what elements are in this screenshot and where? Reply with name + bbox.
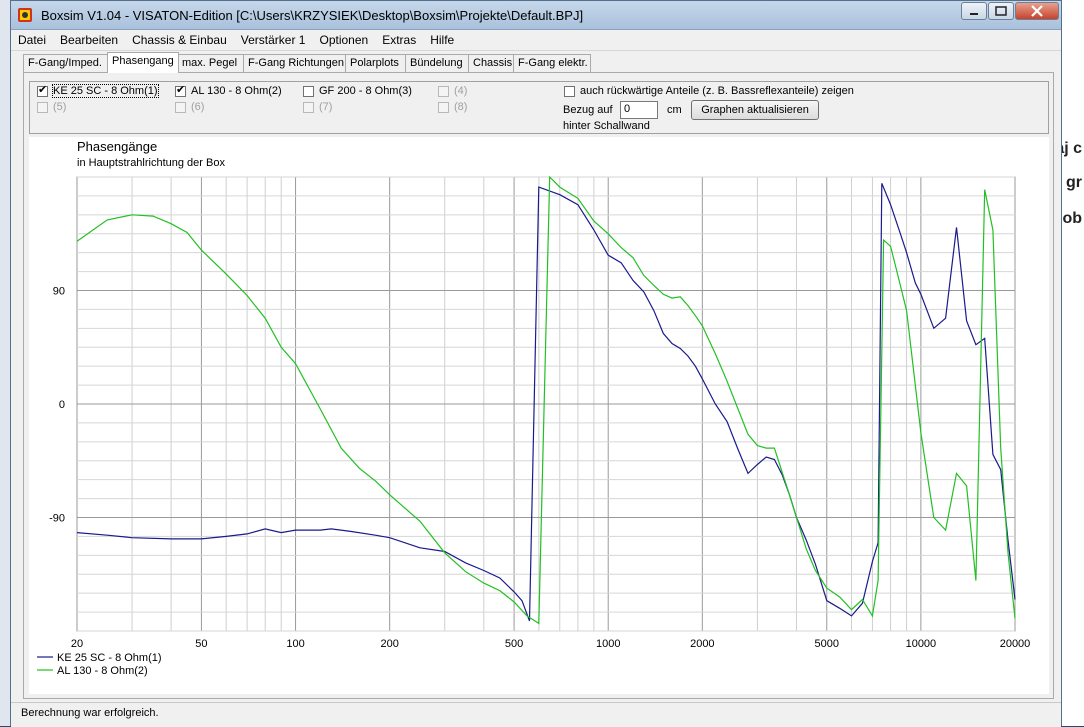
x-tick-label: 2000 <box>690 638 714 650</box>
driver-label: KE 25 SC - 8 Ohm(1) <box>52 84 159 98</box>
tab-0[interactable]: F-Gang/Imped. <box>23 54 109 72</box>
legend-label-1: KE 25 SC - 8 Ohm(1) <box>57 652 162 664</box>
menu-item-6[interactable]: Hilfe <box>423 30 461 50</box>
menu-item-3[interactable]: Verstärker 1 <box>234 30 313 50</box>
status-bar: Berechnung war erfolgreich. <box>11 702 1061 727</box>
minimize-button[interactable] <box>961 2 987 20</box>
legend: KE 25 SC - 8 Ohm(1)AL 130 - 8 Ohm(2) <box>37 652 162 677</box>
driver-label: AL 130 - 8 Ohm(2) <box>191 85 282 97</box>
menu-item-0[interactable]: Datei <box>11 30 53 50</box>
y-tick-label: -90 <box>49 513 65 525</box>
menu-item-2[interactable]: Chassis & Einbau <box>125 30 234 50</box>
tab-3[interactable]: F-Gang Richtungen <box>243 54 347 72</box>
driver-checkbox-3[interactable]: GF 200 - 8 Ohm(3) <box>303 85 412 97</box>
tab-4[interactable]: Polarplots <box>345 54 407 72</box>
maximize-button[interactable] <box>988 2 1014 20</box>
driver-checkbox-2[interactable]: ✔ AL 130 - 8 Ohm(2) <box>175 83 282 97</box>
minimize-icon <box>970 13 978 15</box>
x-tick-label: 20 <box>71 638 83 650</box>
window-title: Boxsim V1.04 - VISATON-Edition [C:\Users… <box>41 8 584 23</box>
tab-2[interactable]: max. Pegel <box>177 54 245 72</box>
reference-input[interactable]: 0 <box>620 101 658 119</box>
driver-checkbox-1[interactable]: ✔ KE 25 SC - 8 Ohm(1) <box>37 83 159 98</box>
phase-chart: 20 50 100 200 500 1000 2000 5000 10000 20000 -90 0 9… <box>37 139 1031 677</box>
driver-checkbox-8[interactable]: (8) <box>438 101 467 113</box>
checkmark-icon: ✔ <box>176 83 186 96</box>
menu-item-5[interactable]: Extras <box>375 30 423 50</box>
reverse-parts-checkbox[interactable]: auch rückwärtige Anteile (z. B. Bassrefl… <box>564 85 854 97</box>
title-bar[interactable]: Boxsim V1.04 - VISATON-Edition [C:\Users… <box>11 1 1061 30</box>
options-box: auch rückwärtige Anteile (z. B. Bassrefl… <box>29 81 1049 134</box>
checkbox-box[interactable] <box>303 85 314 97</box>
tab-6[interactable]: Chassis <box>468 54 515 72</box>
x-tick-label: 10000 <box>906 638 937 650</box>
main-window: Boxsim V1.04 - VISATON-Edition [C:\Users… <box>10 0 1062 727</box>
reverse-parts-label: auch rückwärtige Anteile (z. B. Bassrefl… <box>580 85 854 97</box>
checkbox-box[interactable] <box>438 85 449 97</box>
tab-strip: F-Gang/Imped. Phasengang max. Pegel F-Gang … <box>23 52 1061 73</box>
y-tick-label: 0 <box>59 399 65 411</box>
x-tick-label: 500 <box>505 638 523 650</box>
driver-label: (7) <box>319 101 333 113</box>
x-tick-label: 50 <box>195 638 207 650</box>
checkbox-box[interactable] <box>37 101 48 113</box>
chart-subtitle: in Hauptstrahlrichtung der Box <box>77 157 225 169</box>
menu-item-1[interactable]: Bearbeiten <box>53 30 125 50</box>
driver-checkbox-4[interactable]: (4) <box>438 85 467 97</box>
x-tick-label: 20000 <box>1000 638 1031 650</box>
reverse-parts-box[interactable] <box>564 85 575 97</box>
plot-area: 20 50 100 200 500 1000 2000 5000 10000 20000 -90 0 9… <box>29 137 1049 694</box>
chart-title: Phasengänge <box>77 139 157 154</box>
phase-panel: auch rückwärtige Anteile (z. B. Bassrefl… <box>23 72 1054 699</box>
checkbox-box[interactable] <box>175 101 186 113</box>
reference-label-2: hinter Schallwand <box>563 120 650 132</box>
y-tick-label: 90 <box>53 286 65 298</box>
legend-label-2: AL 130 - 8 Ohm(2) <box>57 665 148 677</box>
x-tick-label: 1000 <box>596 638 620 650</box>
status-text: Berechnung war erfolgreich. <box>21 707 159 719</box>
x-tick-label: 5000 <box>815 638 839 650</box>
driver-checkbox-5[interactable]: (5) <box>37 101 66 113</box>
menu-item-4[interactable]: Optionen <box>312 30 375 50</box>
reference-unit: cm <box>667 104 682 116</box>
tab-1[interactable]: Phasengang <box>107 52 179 73</box>
menu-bar: Datei Bearbeiten Chassis & Einbau Verstärke… <box>11 30 1061 51</box>
grid <box>76 176 1016 632</box>
close-icon <box>1031 5 1043 17</box>
checkmark-icon: ✔ <box>38 83 48 96</box>
checkbox-box[interactable] <box>303 101 314 113</box>
x-tick-label: 200 <box>380 638 398 650</box>
app-icon <box>18 8 32 22</box>
checkbox-box[interactable] <box>438 101 449 113</box>
update-graphs-button[interactable]: Graphen aktualisieren <box>691 100 819 120</box>
driver-label: (8) <box>454 101 468 113</box>
tab-5[interactable]: Bündelung <box>405 54 470 72</box>
tab-7[interactable]: F-Gang elektr. <box>513 54 591 72</box>
checkbox-box[interactable]: ✔ <box>37 83 48 97</box>
driver-label: (6) <box>191 101 205 113</box>
reference-label: Bezug auf <box>563 104 613 116</box>
driver-checkbox-6[interactable]: (6) <box>175 101 204 113</box>
maximize-icon <box>995 6 1007 16</box>
checkbox-box[interactable]: ✔ <box>175 83 186 97</box>
driver-checkbox-7[interactable]: (7) <box>303 101 332 113</box>
x-tick-label: 100 <box>286 638 304 650</box>
driver-label: (4) <box>454 85 468 97</box>
close-button[interactable] <box>1015 2 1059 20</box>
driver-label: GF 200 - 8 Ohm(3) <box>319 85 412 97</box>
driver-label: (5) <box>53 101 67 113</box>
